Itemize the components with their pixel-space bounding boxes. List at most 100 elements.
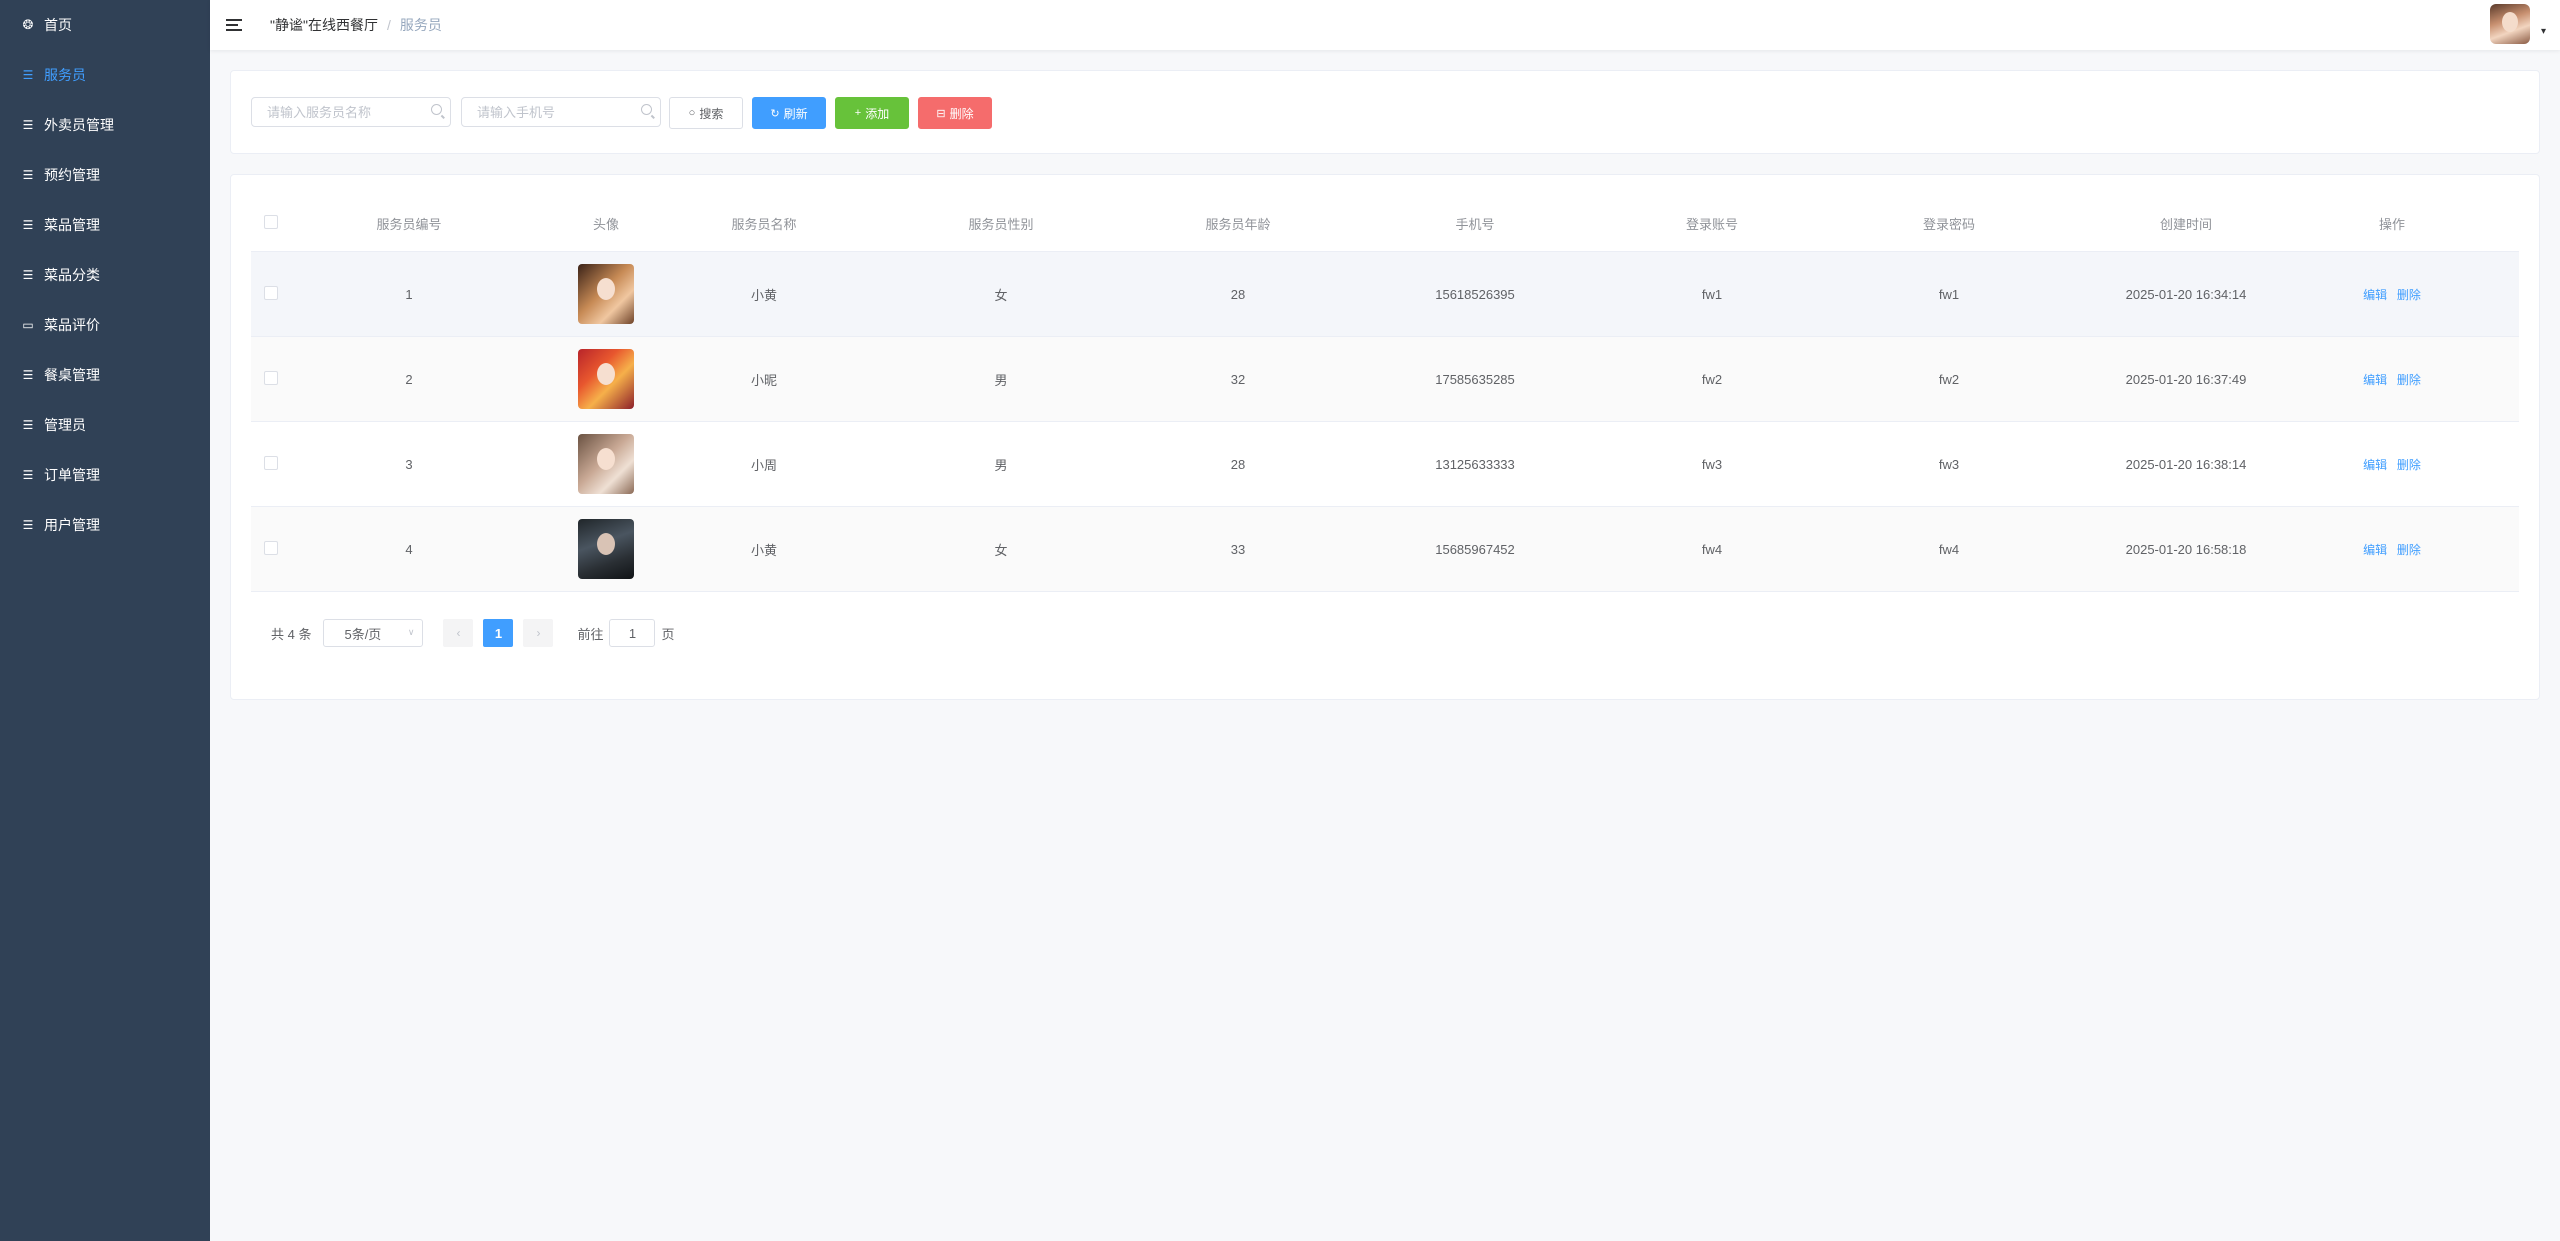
sliders-icon: ☰ bbox=[22, 68, 34, 82]
pagination: 共 4 条 5条/页 ∨ ‹ 1 › 前往 页 bbox=[271, 619, 675, 647]
chevron-right-icon: › bbox=[536, 626, 541, 640]
row-checkbox[interactable] bbox=[264, 455, 278, 470]
sidebar-item-reservations[interactable]: ☰ 预约管理 bbox=[0, 150, 210, 200]
row-checkbox[interactable] bbox=[264, 285, 278, 300]
sidebar-item-admins[interactable]: ☰ 管理员 bbox=[0, 400, 210, 450]
menu-toggle-icon[interactable] bbox=[226, 15, 246, 35]
goto-prefix: 前往 bbox=[577, 626, 604, 642]
cell-phone: 17585635285 bbox=[1435, 371, 1515, 387]
delete-link[interactable]: 删除 bbox=[2397, 373, 2421, 387]
cell-id: 2 bbox=[405, 371, 413, 387]
sidebar-item-label: 首页 bbox=[44, 17, 72, 33]
edit-link[interactable]: 编辑 bbox=[2363, 458, 2387, 472]
prev-page-button[interactable]: ‹ bbox=[443, 619, 474, 647]
search-icon bbox=[641, 104, 652, 115]
delete-link[interactable]: 删除 bbox=[2397, 288, 2421, 302]
next-page-button[interactable]: › bbox=[523, 619, 554, 647]
search-icon bbox=[431, 104, 442, 115]
sidebar: ❂ 首页 ☰ 服务员 ☰ 外卖员管理 ☰ 预约管理 ☰ 菜品管理 ☰ 菜品分类 … bbox=[0, 0, 210, 1241]
name-search-input[interactable] bbox=[252, 97, 439, 127]
sidebar-item-label: 餐桌管理 bbox=[44, 367, 100, 383]
cell-account: fw3 bbox=[1701, 456, 1723, 472]
add-button[interactable]: + 添加 bbox=[835, 97, 909, 129]
table-panel: 服务员编号 头像 服务员名称 服务员性别 服务员年龄 手机号 登录账号 登录密码… bbox=[230, 174, 2540, 700]
phone-search-input[interactable] bbox=[462, 97, 649, 127]
page-number-current[interactable]: 1 bbox=[483, 619, 514, 647]
sidebar-item-orders[interactable]: ☰ 订单管理 bbox=[0, 450, 210, 500]
sliders-icon: ☰ bbox=[22, 118, 34, 132]
delete-link[interactable]: 删除 bbox=[2397, 543, 2421, 557]
sliders-icon: ☰ bbox=[22, 468, 34, 482]
column-header: 头像 bbox=[592, 216, 619, 232]
waiter-avatar bbox=[578, 519, 634, 579]
cell-name: 小昵 bbox=[750, 372, 777, 388]
cell-created: 2025-01-20 16:34:14 bbox=[2125, 286, 2247, 302]
cell-age: 28 bbox=[1230, 456, 1246, 472]
sliders-icon: ☰ bbox=[22, 168, 34, 182]
batch-delete-button[interactable]: ⊟ 删除 bbox=[918, 97, 992, 129]
sliders-icon: ☰ bbox=[22, 268, 34, 282]
cell-age: 32 bbox=[1230, 371, 1246, 387]
sidebar-item-label: 菜品评价 bbox=[44, 317, 100, 333]
row-checkbox[interactable] bbox=[264, 540, 278, 555]
user-avatar[interactable] bbox=[2490, 4, 2530, 44]
cell-sex: 男 bbox=[994, 372, 1008, 388]
sidebar-item-dish-categories[interactable]: ☰ 菜品分类 bbox=[0, 250, 210, 300]
column-header: 服务员编号 bbox=[376, 216, 442, 232]
sidebar-item-couriers[interactable]: ☰ 外卖员管理 bbox=[0, 100, 210, 150]
edit-link[interactable]: 编辑 bbox=[2363, 288, 2387, 302]
folder-delete-icon: ⊟ bbox=[936, 107, 946, 120]
caret-down-icon[interactable]: ▾ bbox=[2541, 26, 2546, 37]
cell-sex: 男 bbox=[994, 457, 1008, 473]
search-button[interactable]: ○ 搜索 bbox=[669, 97, 743, 129]
search-panel: ○ 搜索 ↻ 刷新 + 添加 ⊟ 删除 bbox=[230, 70, 2540, 154]
chevron-down-icon: ∨ bbox=[407, 627, 415, 637]
sidebar-item-label: 菜品管理 bbox=[44, 217, 100, 233]
select-all-checkbox[interactable] bbox=[264, 214, 278, 229]
breadcrumb-home[interactable]: "静谧"在线西餐厅 bbox=[270, 15, 378, 35]
column-header: 操作 bbox=[2378, 216, 2405, 232]
cell-account: fw1 bbox=[1701, 286, 1723, 302]
sidebar-item-home[interactable]: ❂ 首页 bbox=[0, 0, 210, 50]
sidebar-item-dishes[interactable]: ☰ 菜品管理 bbox=[0, 200, 210, 250]
edit-link[interactable]: 编辑 bbox=[2363, 543, 2387, 557]
edit-link[interactable]: 编辑 bbox=[2363, 373, 2387, 387]
cell-id: 1 bbox=[405, 286, 413, 302]
sidebar-item-users[interactable]: ☰ 用户管理 bbox=[0, 500, 210, 550]
chevron-left-icon: ‹ bbox=[456, 626, 461, 640]
column-header: 服务员年龄 bbox=[1205, 216, 1271, 232]
sidebar-item-tables[interactable]: ☰ 餐桌管理 bbox=[0, 350, 210, 400]
breadcrumb-separator: / bbox=[386, 17, 391, 33]
sidebar-item-label: 外卖员管理 bbox=[44, 117, 114, 133]
top-navbar: "静谧"在线西餐厅 / 服务员 ▾ bbox=[210, 0, 2560, 50]
cell-sex: 女 bbox=[994, 542, 1008, 558]
comment-icon: ▭ bbox=[22, 318, 34, 332]
dashboard-icon: ❂ bbox=[22, 17, 34, 32]
cell-password: fw4 bbox=[1938, 541, 1960, 557]
refresh-button[interactable]: ↻ 刷新 bbox=[752, 97, 826, 129]
cell-created: 2025-01-20 16:38:14 bbox=[2125, 456, 2247, 472]
cell-sex: 女 bbox=[994, 287, 1008, 303]
column-header: 手机号 bbox=[1455, 216, 1495, 232]
pagination-total: 共 4 条 bbox=[271, 626, 312, 642]
cell-age: 28 bbox=[1230, 286, 1246, 302]
breadcrumb-current: 服务员 bbox=[399, 17, 442, 33]
delete-link[interactable]: 删除 bbox=[2397, 458, 2421, 472]
cell-account: fw4 bbox=[1701, 541, 1723, 557]
sidebar-item-dish-reviews[interactable]: ▭ 菜品评价 bbox=[0, 300, 210, 350]
search-icon: ○ bbox=[688, 107, 696, 119]
sidebar-item-label: 预约管理 bbox=[44, 167, 100, 183]
column-header: 登录密码 bbox=[1922, 216, 1975, 232]
waiter-avatar bbox=[578, 349, 634, 409]
goto-page-input[interactable] bbox=[609, 619, 656, 647]
page-size-select[interactable]: 5条/页 ∨ bbox=[323, 619, 424, 647]
row-checkbox[interactable] bbox=[264, 370, 278, 385]
cell-name: 小周 bbox=[750, 457, 777, 473]
sidebar-item-waiters[interactable]: ☰ 服务员 bbox=[0, 50, 210, 100]
sidebar-item-label: 订单管理 bbox=[44, 467, 100, 483]
column-header: 登录账号 bbox=[1685, 216, 1738, 232]
refresh-button-label: 刷新 bbox=[783, 106, 808, 121]
cell-password: fw3 bbox=[1938, 456, 1960, 472]
sliders-icon: ☰ bbox=[22, 418, 34, 432]
sidebar-item-label: 服务员 bbox=[44, 67, 86, 83]
